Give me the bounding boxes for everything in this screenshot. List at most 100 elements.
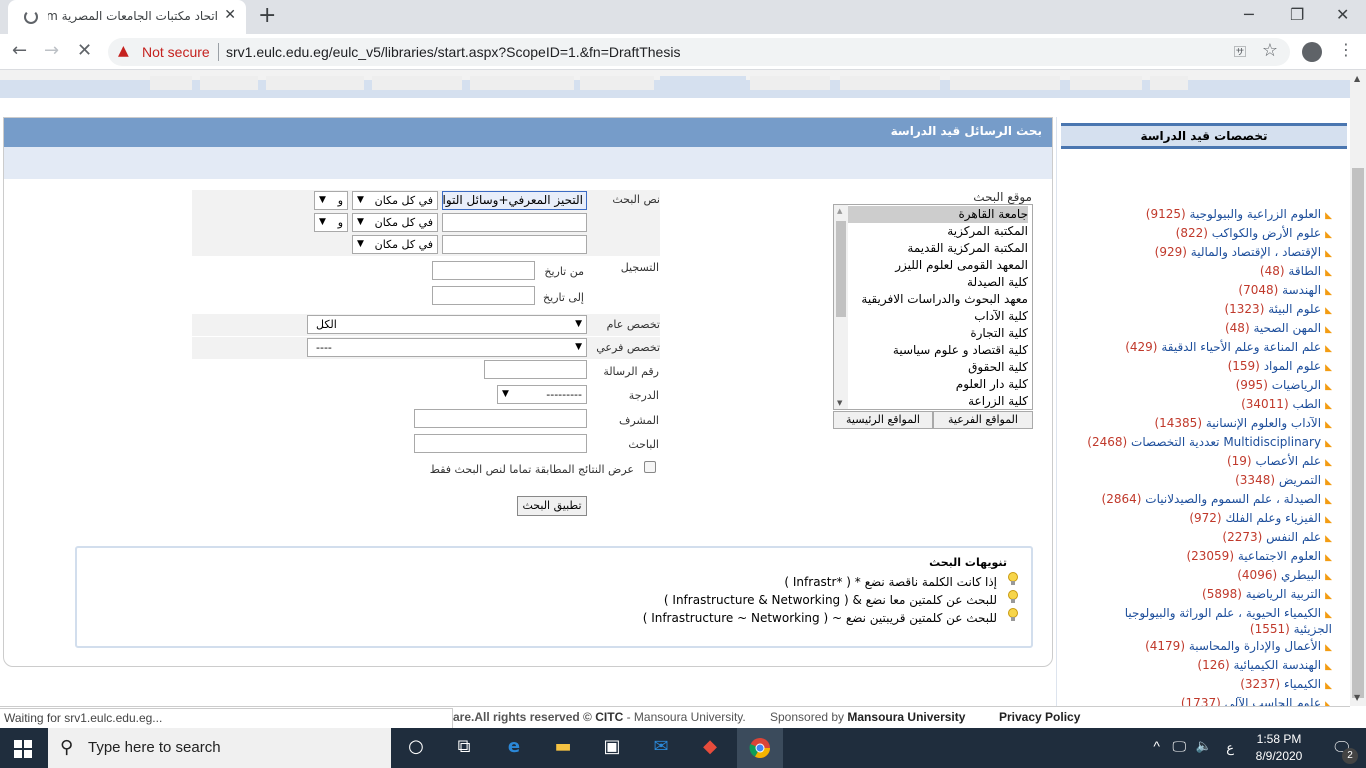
category-link[interactable]: ◣علوم المواد (159) (1228, 359, 1332, 375)
nav-item[interactable] (950, 76, 1060, 90)
nav-item[interactable] (200, 76, 258, 90)
scrollbar-thumb[interactable] (836, 221, 846, 317)
category-link[interactable]: ◣الهندسة الكيميائية (126) (1197, 658, 1332, 674)
clock-time[interactable]: 1:58 PM (1244, 732, 1314, 746)
category-link[interactable]: ◣علم الأعصاب (19) (1227, 454, 1332, 470)
nav-item[interactable] (372, 76, 462, 90)
category-link[interactable]: ◣العلوم الزراعية والبيولوجية (9125) (1146, 207, 1332, 223)
search-site-listbox[interactable]: ▲ ▼ جامعة القاهرة المكتبة المركزية المكت… (833, 204, 1033, 410)
chrome-menu-icon[interactable]: ⋮ (1338, 40, 1354, 59)
url-text[interactable]: srv1.eulc.edu.eg/eulc_v5/libraries/start… (226, 44, 680, 60)
page-scrollbar[interactable]: ▲ ▼ (1350, 70, 1366, 706)
search-text-input-3[interactable] (442, 235, 587, 254)
apply-search-button[interactable]: تطبيق البحث (517, 496, 587, 516)
category-link[interactable]: ◣الأعمال والإدارة والمحاسبة (4179) (1145, 639, 1332, 655)
nav-item[interactable] (580, 76, 654, 90)
category-link[interactable]: ◣Multidisciplinary تعددية التخصصات (2468… (1087, 435, 1332, 451)
address-bar[interactable]: ▲ Not secure srv1.eulc.edu.eg/eulc_v5/li… (108, 38, 1290, 66)
site-option[interactable]: معهد البحوث والدراسات الافريقية (861, 291, 1028, 308)
nav-item[interactable] (750, 76, 830, 90)
category-link[interactable]: ◣التمريض (3348) (1235, 473, 1332, 489)
forward-icon[interactable]: → (44, 40, 59, 61)
site-option[interactable]: المكتبة المركزية القديمة (907, 240, 1028, 257)
field-select-2[interactable]: ▼ في كل مكان (352, 213, 438, 232)
category-link[interactable]: ◣التربية الرياضية (5898) (1202, 587, 1332, 603)
cortana-icon[interactable]: ○ (404, 736, 428, 760)
to-date-input[interactable] (432, 286, 535, 305)
sponsor-link[interactable]: Mansoura University (847, 710, 965, 724)
show-hidden-icons[interactable]: ^ (1153, 738, 1160, 754)
category-link[interactable]: ◣علوم الحاسب الآلي (1737) (1181, 696, 1332, 706)
site-option[interactable]: كلية الصيدلة (967, 274, 1028, 291)
site-option[interactable]: كلية الزراعة (968, 393, 1028, 410)
not-secure-label[interactable]: Not secure (142, 44, 210, 60)
category-link[interactable]: ◣الكيمياء الحيوية ، علم الوراثة والبيولو… (1102, 606, 1332, 636)
site-option[interactable]: كلية التجارة (970, 325, 1028, 342)
new-tab-button[interactable]: + (258, 3, 276, 28)
listbox-scrollbar[interactable]: ▲ ▼ (834, 205, 848, 409)
main-sites-button[interactable]: المواقع الرئيسية (833, 411, 933, 429)
thesis-number-input[interactable] (484, 360, 587, 379)
exact-match-checkbox[interactable] (644, 461, 656, 473)
field-select-1[interactable]: ▼ في كل مكان (352, 191, 438, 210)
back-icon[interactable]: ← (12, 40, 27, 61)
nav-item[interactable] (1070, 76, 1142, 90)
category-link[interactable]: ◣علوم البيئة (1323) (1224, 302, 1332, 318)
category-link[interactable]: ◣علم النفس (2273) (1222, 530, 1332, 546)
researcher-input[interactable] (414, 434, 587, 453)
site-option[interactable]: كلية دار العلوم (956, 376, 1028, 393)
candy-crush-icon[interactable]: ◆ (698, 736, 722, 760)
degree-select[interactable]: ▼ --------- (497, 385, 587, 404)
scroll-down-icon[interactable]: ▼ (837, 399, 842, 407)
general-spec-select[interactable]: ▼ الكل (307, 315, 587, 334)
category-link[interactable]: ◣الفيزياء وعلم الفلك (972) (1189, 511, 1332, 527)
file-explorer-icon[interactable]: ▬ (551, 736, 575, 760)
field-select-3[interactable]: ▼ في كل مكان (352, 235, 438, 254)
site-option[interactable]: كلية اقتصاد و علوم سياسية (893, 342, 1028, 359)
profile-avatar-icon[interactable] (1302, 42, 1322, 62)
sub-spec-select[interactable]: ▼ ---- (307, 338, 587, 357)
tab-close-icon[interactable]: ✕ (224, 7, 236, 23)
close-window-button[interactable]: ✕ (1336, 5, 1349, 24)
site-option-selected[interactable]: جامعة القاهرة (848, 206, 1028, 223)
citc-link[interactable]: CITC (595, 710, 623, 724)
windows-start-icon[interactable] (14, 740, 32, 758)
nav-item[interactable] (840, 76, 940, 90)
scrollbar-thumb[interactable] (1352, 168, 1364, 698)
bookmark-star-icon[interactable]: ☆ (1262, 40, 1278, 61)
taskbar-search[interactable]: ⚲ Type here to search (48, 728, 391, 768)
mail-icon[interactable]: ✉ (649, 736, 673, 760)
category-link[interactable]: ◣الطب (34011) (1241, 397, 1332, 413)
scroll-down-icon[interactable]: ▼ (1354, 693, 1360, 702)
category-link[interactable]: ◣علوم الأرض والكواكب (822) (1176, 226, 1332, 242)
operator-select-1[interactable]: ▼ و (314, 191, 348, 210)
from-date-input[interactable] (432, 261, 535, 280)
search-text-input-2[interactable] (442, 213, 587, 232)
nav-item[interactable] (266, 76, 364, 90)
restore-button[interactable]: ❐ (1290, 5, 1304, 24)
supervisor-input[interactable] (414, 409, 587, 428)
category-link[interactable]: ◣البيطري (4096) (1237, 568, 1332, 584)
translate-icon[interactable]: 🈂 (1234, 43, 1246, 60)
privacy-policy-link[interactable]: Privacy Policy (999, 710, 1080, 724)
site-option[interactable]: كلية الحقوق (968, 359, 1028, 376)
volume-icon[interactable]: 🔈 (1196, 738, 1212, 754)
site-option[interactable]: كلية الآداب (974, 308, 1028, 325)
category-link[interactable]: ◣الطاقة (48) (1260, 264, 1332, 280)
edge-icon[interactable]: e (502, 736, 526, 760)
search-text-input-1[interactable]: التحيز المعرفي+وسائل التواص (442, 191, 587, 210)
category-link[interactable]: ◣الإقتصاد ، الإقتصاد والمالية (929) (1155, 245, 1332, 261)
chrome-taskbar-button[interactable] (737, 728, 783, 768)
category-link[interactable]: ◣الهندسة (7048) (1238, 283, 1332, 299)
stop-icon[interactable]: ✕ (77, 40, 92, 61)
sub-sites-button[interactable]: المواقع الفرعية (933, 411, 1033, 429)
nav-item[interactable] (1150, 76, 1188, 90)
browser-tab[interactable]: اتحاد مكتبات الجامعات المصرية um ✕ (8, 0, 246, 34)
category-link[interactable]: ◣الرياضيات (995) (1236, 378, 1332, 394)
minimize-button[interactable]: ─ (1244, 5, 1254, 24)
category-link[interactable]: ◣الصيدلة ، علم السموم والصيدلانيات (2864… (1102, 492, 1332, 508)
nav-item[interactable] (470, 76, 574, 90)
site-option[interactable]: المكتبة المركزية (947, 223, 1028, 240)
category-link[interactable]: ◣علم المناعة وعلم الأحياء الدقيقة (429) (1125, 340, 1332, 356)
category-link[interactable]: ◣العلوم الاجتماعية (23059) (1186, 549, 1332, 565)
